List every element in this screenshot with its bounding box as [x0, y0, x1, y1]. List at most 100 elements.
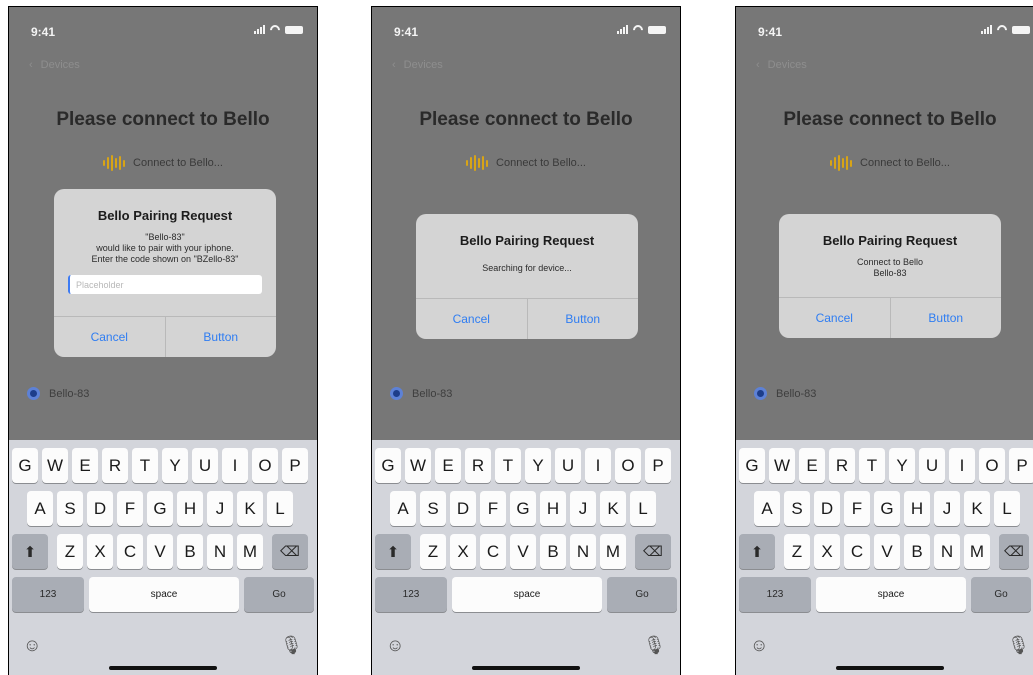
key[interactable]: U — [919, 448, 945, 483]
key[interactable]: T — [859, 448, 885, 483]
key[interactable]: K — [600, 491, 626, 526]
key[interactable]: G — [739, 448, 765, 483]
key[interactable]: P — [282, 448, 308, 483]
key[interactable]: A — [754, 491, 780, 526]
key[interactable]: F — [117, 491, 143, 526]
key[interactable]: X — [814, 534, 840, 569]
microphone-icon[interactable]: 🎙 — [280, 635, 303, 656]
confirm-button[interactable]: Button — [889, 298, 1002, 338]
back-button[interactable]: ‹ Devices — [756, 59, 807, 71]
key[interactable]: K — [964, 491, 990, 526]
numbers-key[interactable]: 123 — [739, 577, 811, 612]
key[interactable]: W — [769, 448, 795, 483]
key[interactable]: H — [904, 491, 930, 526]
key[interactable]: U — [192, 448, 218, 483]
emoji-icon[interactable]: ☺ — [386, 635, 404, 656]
key[interactable]: L — [994, 491, 1020, 526]
key[interactable]: Z — [784, 534, 810, 569]
emoji-icon[interactable]: ☺ — [23, 635, 41, 656]
key[interactable]: M — [964, 534, 990, 569]
key[interactable]: P — [645, 448, 671, 483]
key[interactable]: E — [435, 448, 461, 483]
key[interactable]: L — [630, 491, 656, 526]
shift-key[interactable]: ⬆ — [739, 534, 775, 569]
key[interactable]: C — [480, 534, 506, 569]
key[interactable]: J — [934, 491, 960, 526]
emoji-icon[interactable]: ☺ — [750, 635, 768, 656]
key[interactable]: V — [510, 534, 536, 569]
key[interactable]: M — [237, 534, 263, 569]
key[interactable]: K — [237, 491, 263, 526]
microphone-icon[interactable]: 🎙 — [1007, 635, 1030, 656]
key[interactable]: G — [147, 491, 173, 526]
key[interactable]: W — [42, 448, 68, 483]
key[interactable]: G — [375, 448, 401, 483]
key[interactable]: Z — [57, 534, 83, 569]
key[interactable]: E — [799, 448, 825, 483]
delete-key[interactable]: ⌫ — [999, 534, 1029, 569]
device-list-item[interactable]: Bello-83 — [754, 387, 816, 400]
key[interactable]: Z — [420, 534, 446, 569]
key[interactable]: D — [450, 491, 476, 526]
key[interactable]: E — [72, 448, 98, 483]
key[interactable]: Y — [162, 448, 188, 483]
key[interactable]: D — [87, 491, 113, 526]
key[interactable]: R — [829, 448, 855, 483]
key[interactable]: B — [177, 534, 203, 569]
key[interactable]: P — [1009, 448, 1033, 483]
key[interactable]: S — [784, 491, 810, 526]
key[interactable]: H — [177, 491, 203, 526]
key[interactable]: S — [57, 491, 83, 526]
device-list-item[interactable]: Bello-83 — [27, 387, 89, 400]
cancel-button[interactable]: Cancel — [54, 317, 165, 357]
key[interactable]: N — [934, 534, 960, 569]
key[interactable]: M — [600, 534, 626, 569]
confirm-button[interactable]: Button — [526, 299, 639, 339]
confirm-button[interactable]: Button — [164, 317, 277, 357]
space-key[interactable]: space — [89, 577, 239, 612]
key[interactable]: U — [555, 448, 581, 483]
key[interactable]: O — [252, 448, 278, 483]
key[interactable]: V — [874, 534, 900, 569]
key[interactable]: Y — [889, 448, 915, 483]
device-list-item[interactable]: Bello-83 — [390, 387, 452, 400]
key[interactable]: D — [814, 491, 840, 526]
key[interactable]: J — [207, 491, 233, 526]
cancel-button[interactable]: Cancel — [779, 298, 890, 338]
go-key[interactable]: Go — [244, 577, 314, 612]
key[interactable]: T — [495, 448, 521, 483]
key[interactable]: T — [132, 448, 158, 483]
passcode-input[interactable] — [68, 275, 262, 294]
key[interactable]: R — [465, 448, 491, 483]
key[interactable]: G — [874, 491, 900, 526]
back-button[interactable]: ‹ Devices — [392, 59, 443, 71]
key[interactable]: J — [570, 491, 596, 526]
space-key[interactable]: space — [452, 577, 602, 612]
key[interactable]: F — [844, 491, 870, 526]
key[interactable]: A — [390, 491, 416, 526]
key[interactable]: I — [585, 448, 611, 483]
delete-key[interactable]: ⌫ — [272, 534, 308, 569]
key[interactable]: R — [102, 448, 128, 483]
key[interactable]: G — [510, 491, 536, 526]
key[interactable]: Y — [525, 448, 551, 483]
delete-key[interactable]: ⌫ — [635, 534, 671, 569]
shift-key[interactable]: ⬆ — [12, 534, 48, 569]
key[interactable]: A — [27, 491, 53, 526]
key[interactable]: X — [87, 534, 113, 569]
go-key[interactable]: Go — [971, 577, 1031, 612]
key[interactable]: C — [117, 534, 143, 569]
key[interactable]: V — [147, 534, 173, 569]
key[interactable]: B — [540, 534, 566, 569]
key[interactable]: I — [222, 448, 248, 483]
key[interactable]: W — [405, 448, 431, 483]
key[interactable]: G — [12, 448, 38, 483]
microphone-icon[interactable]: 🎙 — [643, 635, 666, 656]
space-key[interactable]: space — [816, 577, 966, 612]
key[interactable]: C — [844, 534, 870, 569]
shift-key[interactable]: ⬆ — [375, 534, 411, 569]
go-key[interactable]: Go — [607, 577, 677, 612]
key[interactable]: N — [207, 534, 233, 569]
key[interactable]: N — [570, 534, 596, 569]
key[interactable]: H — [540, 491, 566, 526]
